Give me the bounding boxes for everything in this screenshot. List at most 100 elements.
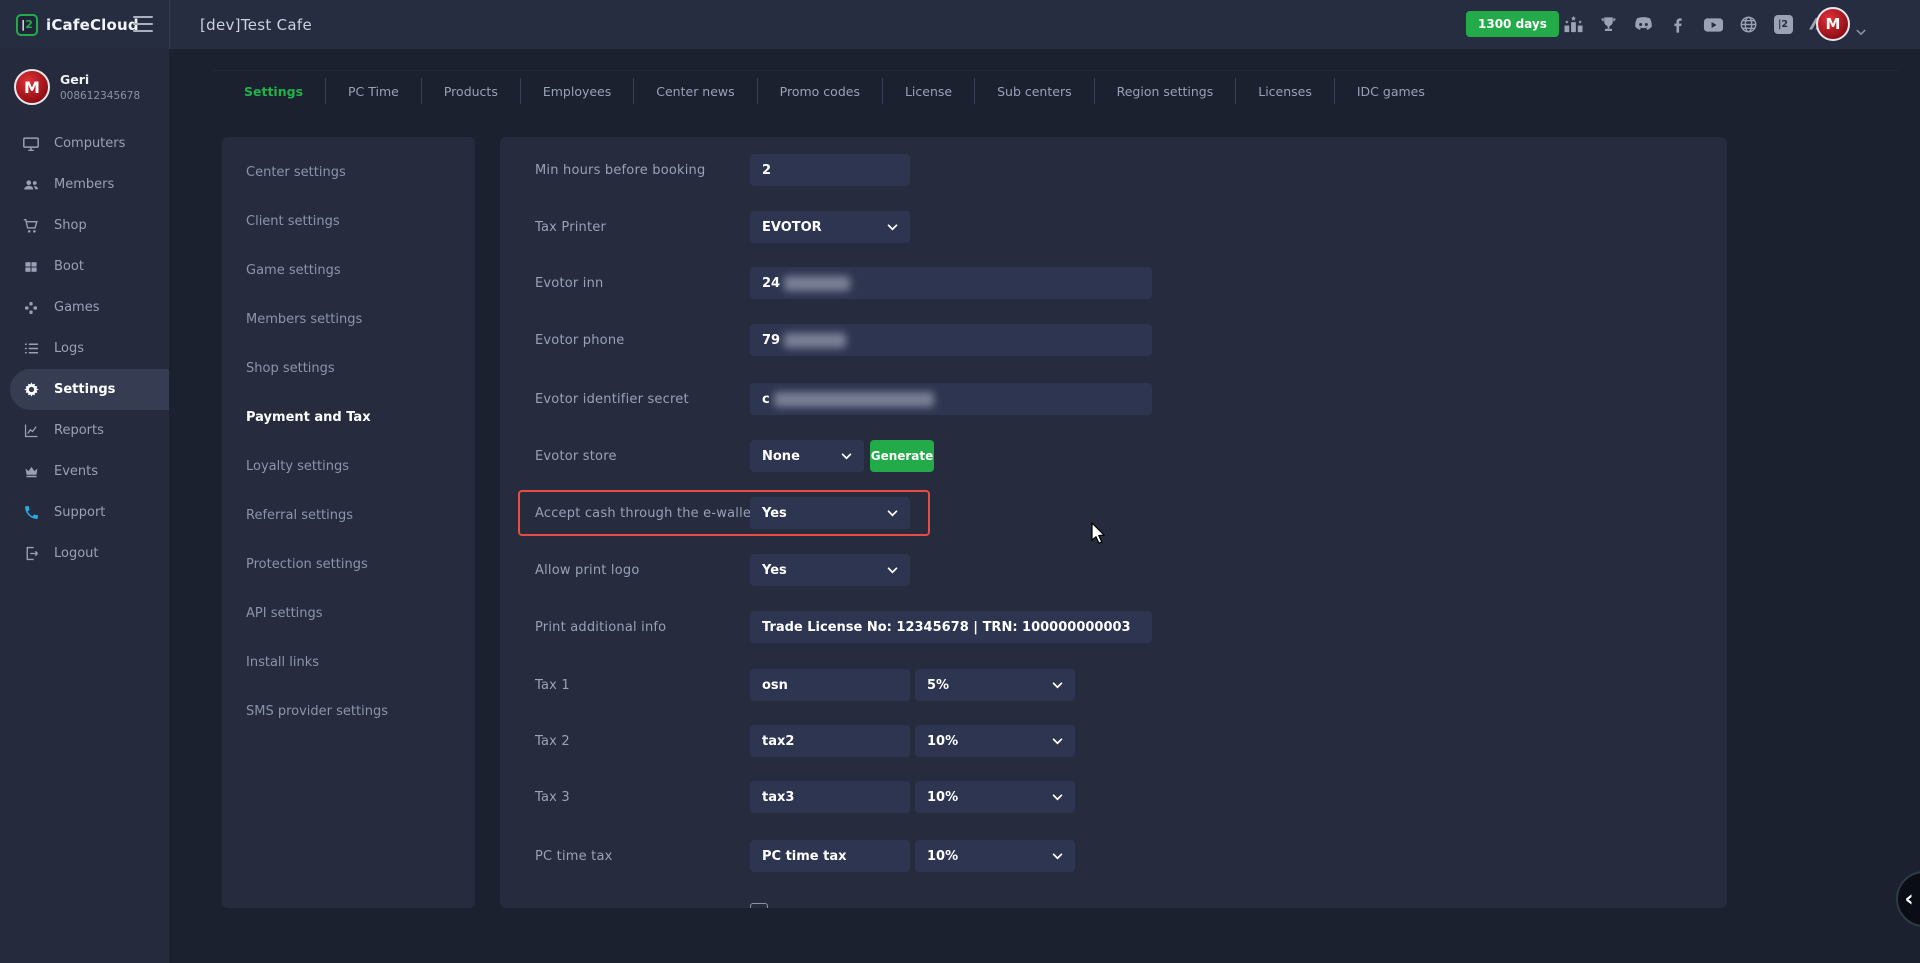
globe-icon[interactable] [1737,14,1759,36]
subnav-center-settings[interactable]: Center settings [222,148,475,197]
sidebar-item-label: Games [54,300,99,315]
gamepad-icon [22,299,40,317]
user-name: Geri [60,72,140,87]
subnav-install-links[interactable]: Install links [222,638,475,687]
form-row: Accept cash through the e-wallet Yes [500,497,1727,529]
accept-cash-ewallet-select[interactable]: Yes [750,497,910,529]
tab-center-news[interactable]: Center news [634,84,756,99]
tab-settings[interactable]: Settings [222,84,325,99]
field-label: Allow print logo [535,554,639,586]
sidebar-item-label: Logs [54,341,84,356]
license-days-badge[interactable]: 1300 days [1466,11,1559,37]
sidebar-item-logout[interactable]: Logout [0,533,169,574]
field-label: Evotor store [535,440,617,472]
evotor-secret-input[interactable]: c [750,383,1152,415]
tab-license[interactable]: License [883,84,974,99]
sidebar-item-logs[interactable]: Logs [0,328,169,369]
masked-value [784,333,846,348]
subnav-loyalty-settings[interactable]: Loyalty settings [222,442,475,491]
field-label: PC time tax [535,840,613,872]
user-avatar[interactable]: M [1816,7,1850,41]
form-row: Allow print logo Yes [500,554,1727,586]
tab-products[interactable]: Products [422,84,520,99]
tax1-name-input[interactable]: osn [750,669,910,701]
form-row: Evotor phone 79 [500,324,1727,356]
tax2-rate-select[interactable]: 10% [915,725,1075,757]
tax-printer-select[interactable]: EVOTOR [750,211,910,243]
sidebar-item-label: Events [54,464,98,479]
tax2-name-input[interactable]: tax2 [750,725,910,757]
subnav-shop-settings[interactable]: Shop settings [222,344,475,393]
trophy-icon[interactable] [1597,14,1619,36]
tab-idc-games[interactable]: IDC games [1335,84,1447,99]
form-row: Tax Printer EVOTOR [500,211,1727,243]
subnav-game-settings[interactable]: Game settings [222,246,475,295]
sidebar-item-support[interactable]: Support [0,492,169,533]
gear-icon [22,381,40,399]
sidebar: M Geri 008612345678 Computers Members Sh… [0,49,169,963]
facebook-icon[interactable] [1667,14,1689,36]
cart-icon [22,217,40,235]
sidebar-item-computers[interactable]: Computers [0,123,169,164]
sidebar-item-reports[interactable]: Reports [0,410,169,451]
generate-button[interactable]: Generate [870,440,934,472]
sidebar-item-label: Members [54,177,114,192]
masked-value [784,276,850,291]
app-logo[interactable]: |2 iCafeCloud [16,0,139,49]
evotor-store-select[interactable]: None [750,440,864,472]
tax3-name-input[interactable]: tax3 [750,781,910,813]
form-row: PC time tax PC time tax 10% [500,840,1727,872]
subnav-payment-and-tax[interactable]: Payment and Tax [222,393,475,442]
avatar-chevron-down-icon[interactable] [1856,21,1866,40]
sidebar-item-label: Shop [54,218,87,233]
tab-employees[interactable]: Employees [521,84,633,99]
field-label: Tax 2 [535,725,570,757]
sidebar-item-shop[interactable]: Shop [0,205,169,246]
field-label: Min hours before booking [535,154,705,186]
topbar: |2 iCafeCloud [dev]Test Cafe 1300 days |… [0,0,1920,49]
tab-region-settings[interactable]: Region settings [1095,84,1236,99]
settings-subnav: Center settings Client settings Game set… [222,137,475,908]
partial-checkbox[interactable] [750,903,768,908]
form-row: Print additional info Trade License No: … [500,611,1727,643]
tab-licenses[interactable]: Licenses [1236,84,1334,99]
sidebar-item-label: Boot [54,259,84,274]
min-hours-input[interactable]: 2 [750,154,910,186]
sidebar-user[interactable]: M Geri 008612345678 [0,49,169,123]
main-content: Settings PC Time Products Employees Cent… [169,49,1920,963]
print-additional-info-input[interactable]: Trade License No: 12345678 | TRN: 100000… [750,611,1152,643]
subnav-client-settings[interactable]: Client settings [222,197,475,246]
app-name: iCafeCloud [46,16,139,34]
pctime-tax-rate-select[interactable]: 10% [915,840,1075,872]
crown-icon [22,463,40,481]
tab-promo-codes[interactable]: Promo codes [758,84,882,99]
hamburger-menu-icon[interactable] [133,16,153,32]
subnav-referral-settings[interactable]: Referral settings [222,491,475,540]
evotor-phone-input[interactable]: 79 [750,324,1152,356]
youtube-icon[interactable] [1702,14,1724,36]
icafecloud-icon[interactable]: |2 [1772,14,1794,36]
subnav-api-settings[interactable]: API settings [222,589,475,638]
sidebar-item-boot[interactable]: Boot [0,246,169,287]
tab-sub-centers[interactable]: Sub centers [975,84,1094,99]
user-id: 008612345678 [60,90,140,102]
subnav-members-settings[interactable]: Members settings [222,295,475,344]
ranking-icon[interactable] [1562,14,1584,36]
subnav-sms-provider-settings[interactable]: SMS provider settings [222,687,475,736]
evotor-inn-input[interactable]: 24 [750,267,1152,299]
sidebar-item-events[interactable]: Events [0,451,169,492]
allow-print-logo-select[interactable]: Yes [750,554,910,586]
tab-pc-time[interactable]: PC Time [326,84,421,99]
topbar-divider [169,0,170,49]
form-row: Evotor store None Generate [500,440,1727,472]
discord-icon[interactable] [1632,14,1654,36]
sidebar-item-settings[interactable]: Settings [10,369,169,410]
tax3-rate-select[interactable]: 10% [915,781,1075,813]
tax1-rate-select[interactable]: 5% [915,669,1075,701]
pctime-tax-name-input[interactable]: PC time tax [750,840,910,872]
sidebar-item-members[interactable]: Members [0,164,169,205]
field-label: Tax Printer [535,211,606,243]
chart-icon [22,422,40,440]
sidebar-item-games[interactable]: Games [0,287,169,328]
subnav-protection-settings[interactable]: Protection settings [222,540,475,589]
